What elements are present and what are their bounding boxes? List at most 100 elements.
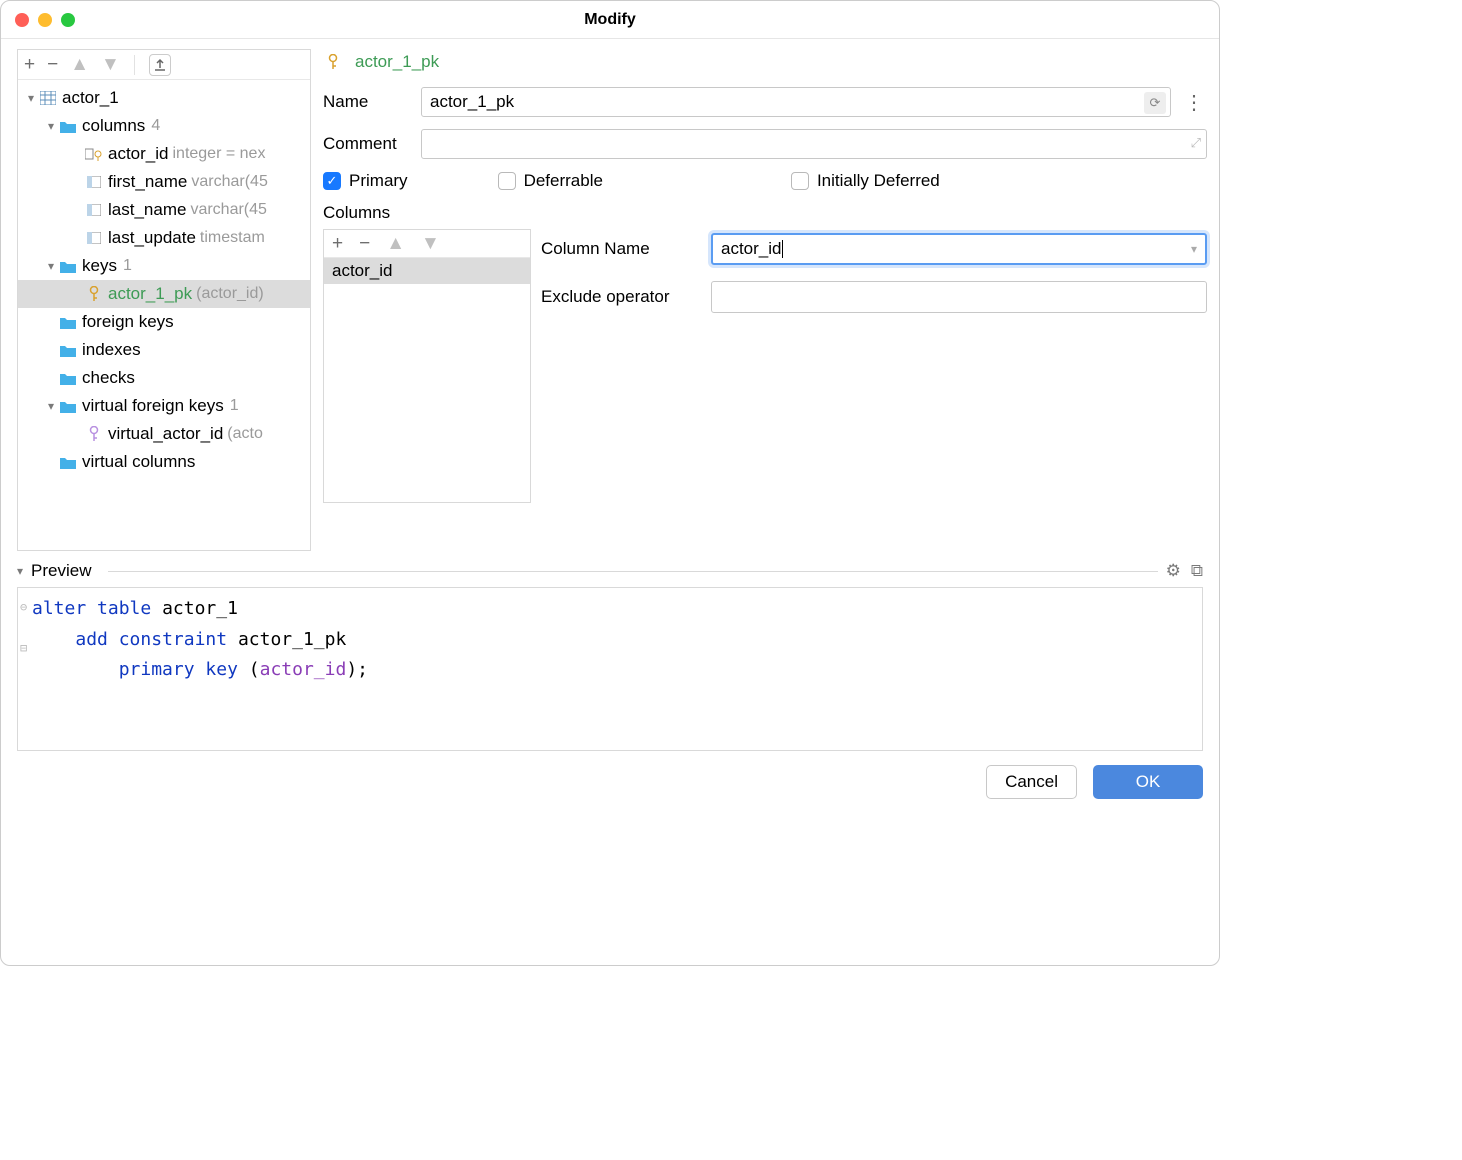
chevron-down-icon[interactable]: ▾ <box>44 259 58 273</box>
exclude-operator-input[interactable] <box>711 281 1207 313</box>
comment-row: Comment ⤢ <box>323 129 1207 159</box>
gear-icon[interactable]: ⚙ <box>1166 561 1181 581</box>
tree-node-meta: timestam <box>200 229 265 247</box>
tree-node-label: last_name <box>108 200 186 220</box>
tree-node-foreign-keys[interactable]: foreign keys <box>18 308 310 336</box>
tree-node-meta: integer = nex <box>172 145 265 163</box>
exclude-operator-row: Exclude operator <box>541 281 1207 313</box>
tree-node-virtual-key[interactable]: virtual_actor_id (acto <box>18 420 310 448</box>
structure-tree-pane: + − ▲ ▼ ▾ actor_1 ▾ columns 4 <box>17 49 311 551</box>
tree-node-label: virtual_actor_id <box>108 424 223 444</box>
column-name-row: Column Name actor_id ▾ <box>541 233 1207 265</box>
columns-section-label: Columns <box>323 203 1207 223</box>
tree-node-meta: varchar(45 <box>191 173 267 191</box>
tree-node-column[interactable]: actor_id integer = nex <box>18 140 310 168</box>
name-row: Name actor_1_pk ⟳ ⋮ <box>323 87 1207 117</box>
cancel-button[interactable]: Cancel <box>986 765 1077 799</box>
key-icon <box>84 286 104 302</box>
text-caret <box>782 240 783 258</box>
ok-button[interactable]: OK <box>1093 765 1203 799</box>
flags-row: ✓ Primary Deferrable Initially Deferred <box>323 171 1207 191</box>
breadcrumb: actor_1_pk <box>323 49 1207 75</box>
column-icon <box>84 176 104 188</box>
folder-icon <box>58 316 78 329</box>
tree-node-label: columns <box>82 116 145 136</box>
expand-icon[interactable]: ⤢ <box>1191 135 1201 151</box>
open-external-icon[interactable]: ⧉ <box>1191 561 1203 581</box>
tree-node-label: last_update <box>108 228 196 248</box>
primary-label: Primary <box>349 171 408 191</box>
tree-node-label: actor_id <box>108 144 168 164</box>
tree-node-column[interactable]: first_name varchar(45 <box>18 168 310 196</box>
move-up-button[interactable]: ▲ <box>70 55 89 74</box>
remove-node-button[interactable]: − <box>47 55 58 74</box>
structure-tree[interactable]: ▾ actor_1 ▾ columns 4 actor_id integer =… <box>18 80 310 550</box>
tree-node-checks[interactable]: checks <box>18 364 310 392</box>
chevron-down-icon[interactable]: ▾ <box>1191 242 1197 256</box>
columns-list: + − ▲ ▼ actor_id <box>323 229 531 503</box>
add-node-button[interactable]: + <box>24 55 35 74</box>
name-label: Name <box>323 92 421 112</box>
column-name-value: actor_id <box>721 239 781 259</box>
breadcrumb-item[interactable]: actor_1_pk <box>355 52 439 72</box>
chevron-down-icon[interactable]: ▾ <box>24 91 38 105</box>
chevron-down-icon[interactable]: ▾ <box>44 119 58 133</box>
exclude-operator-label: Exclude operator <box>541 287 711 307</box>
move-column-up-button[interactable]: ▲ <box>386 234 405 253</box>
dialog-footer: Cancel OK <box>1 751 1219 813</box>
tree-node-meta: varchar(45 <box>190 201 266 219</box>
preview-header: ▾ Preview ⚙ ⧉ <box>17 561 1203 581</box>
tree-node-columns[interactable]: ▾ columns 4 <box>18 112 310 140</box>
folder-icon <box>58 400 78 413</box>
deferrable-label: Deferrable <box>524 171 603 191</box>
tree-node-label: actor_1_pk <box>108 284 192 304</box>
more-menu-button[interactable]: ⋮ <box>1181 87 1207 117</box>
move-down-button[interactable]: ▼ <box>101 55 120 74</box>
titlebar: Modify <box>1 1 1219 39</box>
move-column-down-button[interactable]: ▼ <box>421 234 440 253</box>
column-name-label: Column Name <box>541 239 711 259</box>
key-icon <box>323 54 343 70</box>
remove-column-button[interactable]: − <box>359 234 370 253</box>
folder-icon <box>58 260 78 273</box>
import-button[interactable] <box>149 54 171 76</box>
name-input[interactable]: actor_1_pk ⟳ <box>421 87 1171 117</box>
primary-checkbox[interactable]: ✓ Primary <box>323 171 408 191</box>
divider <box>108 571 1158 572</box>
preview-section: ▾ Preview ⚙ ⧉ ⊖⊟ alter table actor_1 add… <box>17 561 1203 751</box>
column-icon <box>84 204 104 216</box>
columns-items[interactable]: actor_id <box>324 258 530 502</box>
tree-node-column[interactable]: last_update timestam <box>18 224 310 252</box>
tree-node-column[interactable]: last_name varchar(45 <box>18 196 310 224</box>
column-list-item[interactable]: actor_id <box>324 258 530 284</box>
chevron-down-icon[interactable]: ▾ <box>17 564 23 578</box>
tree-node-indexes[interactable]: indexes <box>18 336 310 364</box>
sql-text: alter table actor_1 add constraint actor… <box>30 594 1196 744</box>
tree-node-key[interactable]: actor_1_pk (actor_id) <box>18 280 310 308</box>
chevron-down-icon[interactable]: ▾ <box>44 399 58 413</box>
column-name-combobox[interactable]: actor_id ▾ <box>711 233 1207 265</box>
initially-deferred-checkbox[interactable]: Initially Deferred <box>791 171 940 191</box>
add-column-button[interactable]: + <box>332 234 343 253</box>
tree-node-virtual-fk[interactable]: ▾ virtual foreign keys 1 <box>18 392 310 420</box>
window-title: Modify <box>1 11 1219 29</box>
tree-node-keys[interactable]: ▾ keys 1 <box>18 252 310 280</box>
tree-node-label: keys <box>82 256 117 276</box>
refresh-icon[interactable]: ⟳ <box>1144 92 1166 114</box>
tree-node-label: foreign keys <box>82 312 174 332</box>
count-badge: 4 <box>151 117 160 135</box>
comment-input[interactable]: ⤢ <box>421 129 1207 159</box>
gutter: ⊖⊟ <box>20 594 30 744</box>
tree-node-label: first_name <box>108 172 187 192</box>
tree-node-label: indexes <box>82 340 141 360</box>
tree-node-table[interactable]: ▾ actor_1 <box>18 84 310 112</box>
comment-label: Comment <box>323 134 421 154</box>
column-pk-icon <box>84 147 104 161</box>
deferrable-checkbox[interactable]: Deferrable <box>498 171 603 191</box>
tree-node-label: virtual columns <box>82 452 195 472</box>
preview-label: Preview <box>31 561 91 581</box>
column-list-item-label: actor_id <box>332 261 392 281</box>
sql-preview[interactable]: ⊖⊟ alter table actor_1 add constraint ac… <box>17 587 1203 751</box>
tree-node-virtual-columns[interactable]: virtual columns <box>18 448 310 476</box>
table-icon <box>38 91 58 105</box>
